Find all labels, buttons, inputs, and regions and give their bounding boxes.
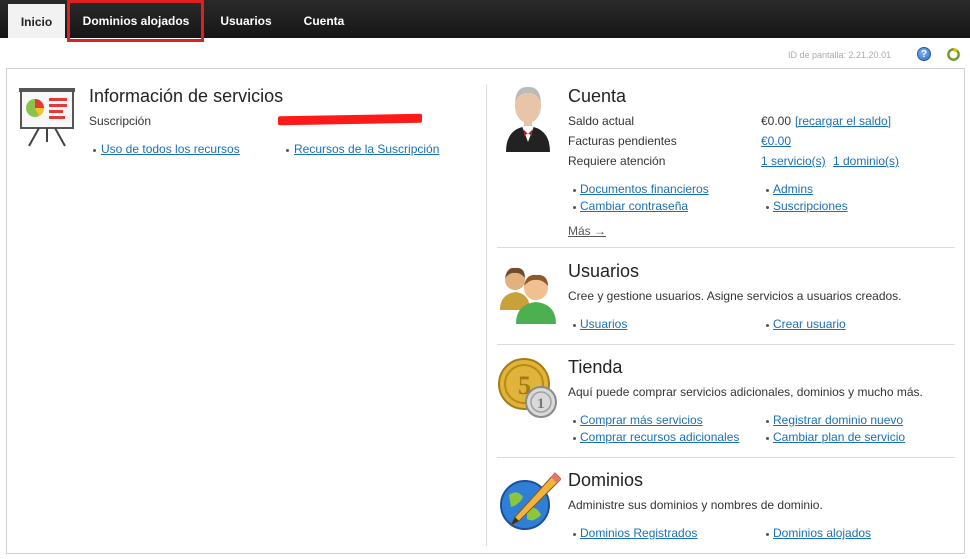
bullet bbox=[766, 533, 769, 536]
bullet bbox=[573, 420, 576, 423]
hosted-domains-link[interactable]: Dominios alojados bbox=[773, 526, 871, 540]
pending-invoices-link[interactable]: €0.00 bbox=[761, 134, 791, 148]
all-resources-usage-link[interactable]: Uso de todos los recursos bbox=[101, 142, 240, 156]
svg-text:1: 1 bbox=[537, 396, 545, 412]
create-user-link[interactable]: Crear usuario bbox=[773, 317, 846, 331]
financial-documents-link[interactable]: Documentos financieros bbox=[580, 182, 709, 196]
balance-label: Saldo actual bbox=[568, 114, 635, 128]
bullet bbox=[573, 189, 576, 192]
account-title: Cuenta bbox=[568, 86, 627, 106]
services-title: Información de servicios bbox=[89, 86, 284, 106]
subscription-resources-link[interactable]: Recursos de la Suscripción bbox=[294, 142, 439, 156]
attention-label: Requiere atención bbox=[568, 154, 666, 168]
more-link[interactable]: Más → bbox=[568, 224, 606, 238]
section-divider bbox=[497, 344, 955, 345]
bullet bbox=[573, 206, 576, 209]
bullet bbox=[573, 324, 576, 327]
change-service-plan-link[interactable]: Cambiar plan de servicio bbox=[773, 430, 905, 444]
screen-id: ID de pantalla: 2.21.20.01 bbox=[788, 50, 892, 60]
bullet bbox=[573, 437, 576, 440]
buy-more-services-link[interactable]: Comprar más servicios bbox=[580, 413, 703, 427]
globe-pencil-icon bbox=[500, 472, 561, 530]
users-link[interactable]: Usuarios bbox=[580, 317, 627, 331]
change-password-link[interactable]: Cambiar contraseña bbox=[580, 199, 688, 213]
users-title: Usuarios bbox=[568, 261, 640, 281]
bullet bbox=[766, 324, 769, 327]
presentation-board-icon bbox=[19, 88, 75, 147]
pending-invoices-label: Facturas pendientes bbox=[568, 134, 677, 148]
domains-title: Dominios bbox=[568, 470, 644, 490]
store-description: Aquí puede comprar servicios adicionales… bbox=[568, 385, 923, 399]
users-description: Cree y gestione usuarios. Asigne servici… bbox=[568, 289, 902, 303]
tab-dominios-alojados[interactable]: Dominios alojados bbox=[71, 0, 201, 38]
column-divider bbox=[486, 84, 487, 546]
register-domain-link[interactable]: Registrar dominio nuevo bbox=[773, 413, 903, 427]
buy-additional-resources-link[interactable]: Comprar recursos adicionales bbox=[580, 430, 739, 444]
store-title: Tienda bbox=[568, 357, 623, 377]
bullet bbox=[573, 533, 576, 536]
subscription-label: Suscripción bbox=[89, 114, 152, 128]
coins-icon: 5 1 bbox=[498, 358, 557, 418]
bullet bbox=[93, 149, 96, 152]
section-divider bbox=[497, 457, 955, 458]
top-nav-bar: Inicio Dominios alojados Usuarios Cuenta bbox=[0, 0, 970, 38]
domains-description: Administre sus dominios y nombres de dom… bbox=[568, 498, 823, 512]
registered-domains-link[interactable]: Dominios Registrados bbox=[580, 526, 697, 540]
bullet bbox=[766, 189, 769, 192]
tab-cuenta[interactable]: Cuenta bbox=[292, 0, 356, 38]
tab-inicio[interactable]: Inicio bbox=[8, 4, 65, 38]
bullet bbox=[766, 437, 769, 440]
balance-value: €0.00 bbox=[761, 114, 792, 128]
attention-services-link[interactable]: 1 servicio(s) bbox=[761, 154, 826, 168]
subscriptions-link[interactable]: Suscripciones bbox=[773, 199, 848, 213]
refresh-icon[interactable] bbox=[946, 47, 961, 62]
bullet bbox=[286, 149, 289, 152]
section-divider bbox=[497, 247, 955, 248]
recharge-balance-link[interactable]: [recargar el saldo] bbox=[795, 114, 891, 128]
bullet bbox=[766, 206, 769, 209]
help-icon[interactable]: ? bbox=[917, 47, 931, 61]
bullet bbox=[766, 420, 769, 423]
attention-domains-link[interactable]: 1 dominio(s) bbox=[833, 154, 899, 168]
account-avatar-icon bbox=[506, 86, 550, 152]
admins-link[interactable]: Admins bbox=[773, 182, 813, 196]
tab-usuarios[interactable]: Usuarios bbox=[210, 0, 282, 38]
users-icon bbox=[500, 267, 556, 324]
